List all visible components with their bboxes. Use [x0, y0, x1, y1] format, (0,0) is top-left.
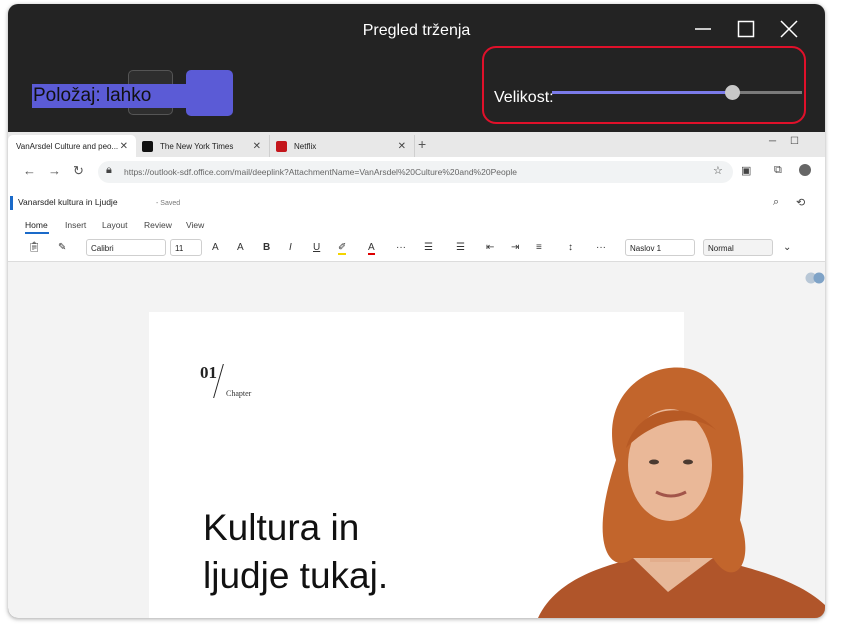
word-header: Vanarsdel kultura in Ljudje - Saved ⌕ ⟲	[8, 187, 825, 215]
history-icon[interactable]: ⟲	[796, 196, 805, 209]
document-headline: Kultura in ljudje tukaj.	[203, 504, 388, 600]
saved-status: - Saved	[156, 200, 181, 207]
tab-home[interactable]: Home	[25, 220, 48, 230]
tab-review[interactable]: Review	[144, 220, 172, 230]
tab-view[interactable]: View	[186, 220, 204, 230]
decrease-indent-icon[interactable]: ⇤	[486, 242, 494, 253]
underline-icon[interactable]: U	[313, 242, 320, 253]
tab-label: VanArsdel Culture and peo...	[16, 141, 119, 151]
shrink-font-icon[interactable]: A	[237, 242, 244, 253]
size-highlight-box	[482, 46, 806, 124]
style-combo[interactable]: Naslov 1	[625, 239, 695, 256]
refresh-icon[interactable]: ↻	[73, 163, 84, 179]
url-text: https://outlook-sdf.office.com/mail/deep…	[124, 167, 518, 177]
chapter-number: 01	[200, 363, 217, 382]
align-icon[interactable]: ≡	[536, 242, 542, 253]
maximize-icon	[737, 20, 755, 38]
tab-close-icon[interactable]: ✕	[120, 141, 128, 152]
collections-icon[interactable]: ⧉	[774, 164, 782, 177]
font-name: Calibri	[91, 244, 114, 253]
size-slider-thumb[interactable]	[725, 85, 740, 100]
extensions-icon[interactable]: ▣	[741, 164, 751, 177]
nyt-favicon-icon	[142, 140, 153, 152]
browser-tab[interactable]: Netflix ✕	[270, 135, 415, 157]
active-tab-indicator	[25, 232, 49, 234]
tab-layout[interactable]: Layout	[102, 220, 128, 230]
numbering-icon[interactable]: ☰	[456, 242, 465, 253]
word-app-icon	[10, 196, 13, 210]
new-tab-icon[interactable]: +	[418, 136, 426, 152]
ribbon-toolbar: 📋︎ ✎ Calibri 11 A A B I U ✐ A ··· ☰ ☰ ⇤ …	[8, 235, 825, 262]
font-size-combo[interactable]: 11	[170, 239, 202, 256]
profile-avatar[interactable]	[799, 164, 811, 176]
increase-indent-icon[interactable]: ⇥	[511, 242, 519, 253]
browser-window-controls[interactable]: ─☐	[769, 136, 813, 147]
position-label: Položaj: lahko	[32, 84, 199, 108]
minimize-icon	[695, 28, 711, 30]
style-name: Normal	[708, 244, 734, 253]
minimize-button[interactable]	[686, 14, 720, 44]
size-label: Velikost:	[494, 89, 554, 106]
tab-insert[interactable]: Insert	[65, 220, 86, 230]
highlight-icon[interactable]: ✐	[338, 242, 347, 255]
tab-label: Netflix	[294, 141, 317, 151]
more-icon[interactable]: ···	[396, 242, 406, 253]
more-icon[interactable]: ···	[596, 242, 606, 253]
address-bar: ← → ↻ 🔒︎ https://outlook-sdf.office.com/…	[8, 157, 825, 187]
favorite-icon[interactable]: ☆	[713, 164, 723, 177]
document-title[interactable]: Vanarsdel kultura in Ljudje	[18, 197, 118, 207]
maximize-button[interactable]	[729, 14, 763, 44]
font-size: 11	[175, 244, 184, 253]
lock-icon: 🔒︎	[106, 164, 112, 176]
presenter-window: Pregled trženja Položaj: lahko Velikost:…	[8, 4, 825, 618]
tab-close-icon[interactable]: ✕	[398, 141, 406, 152]
forward-icon[interactable]: →	[48, 163, 61, 178]
headline-line: Kultura in	[203, 507, 360, 548]
size-slider-fill	[552, 91, 732, 94]
search-icon[interactable]: ⌕	[773, 196, 779, 209]
format-painter-icon[interactable]: ✎	[58, 242, 66, 253]
italic-icon[interactable]: I	[289, 242, 292, 253]
style-gallery[interactable]: Normal	[703, 239, 773, 256]
headline-line: ljudje tukaj.	[203, 555, 389, 596]
close-button[interactable]	[772, 14, 806, 44]
bold-icon[interactable]: B	[263, 242, 270, 253]
coauthor-avatar-icon	[805, 272, 825, 284]
back-icon[interactable]: ←	[23, 163, 36, 178]
presenter-video	[538, 367, 825, 618]
bullets-icon[interactable]: ☰	[424, 242, 433, 253]
font-name-combo[interactable]: Calibri	[86, 239, 166, 256]
chapter-label: Chapter	[226, 389, 252, 398]
chevron-down-icon[interactable]: ⌄	[783, 242, 791, 253]
tab-close-icon[interactable]: ✕	[253, 141, 261, 152]
line-spacing-icon[interactable]: ↕	[568, 242, 573, 253]
browser-tab[interactable]: VanArsdel Culture and peo... ✕	[8, 135, 136, 157]
ribbon-tabs: Home Insert Layout Review View	[8, 215, 825, 235]
browser-tab[interactable]: The New York Times ✕	[136, 135, 270, 157]
close-icon	[780, 20, 798, 38]
browser-tabstrip: VanArsdel Culture and peo... ✕ The New Y…	[8, 132, 825, 157]
netflix-favicon-icon	[276, 140, 287, 152]
grow-font-icon[interactable]: A	[212, 242, 219, 253]
font-color-icon[interactable]: A	[368, 242, 375, 255]
paste-icon[interactable]: 📋︎	[28, 242, 41, 253]
style-name: Naslov 1	[630, 244, 662, 253]
tab-label: The New York Times	[160, 141, 234, 151]
coauthor-avatars[interactable]	[805, 271, 825, 289]
